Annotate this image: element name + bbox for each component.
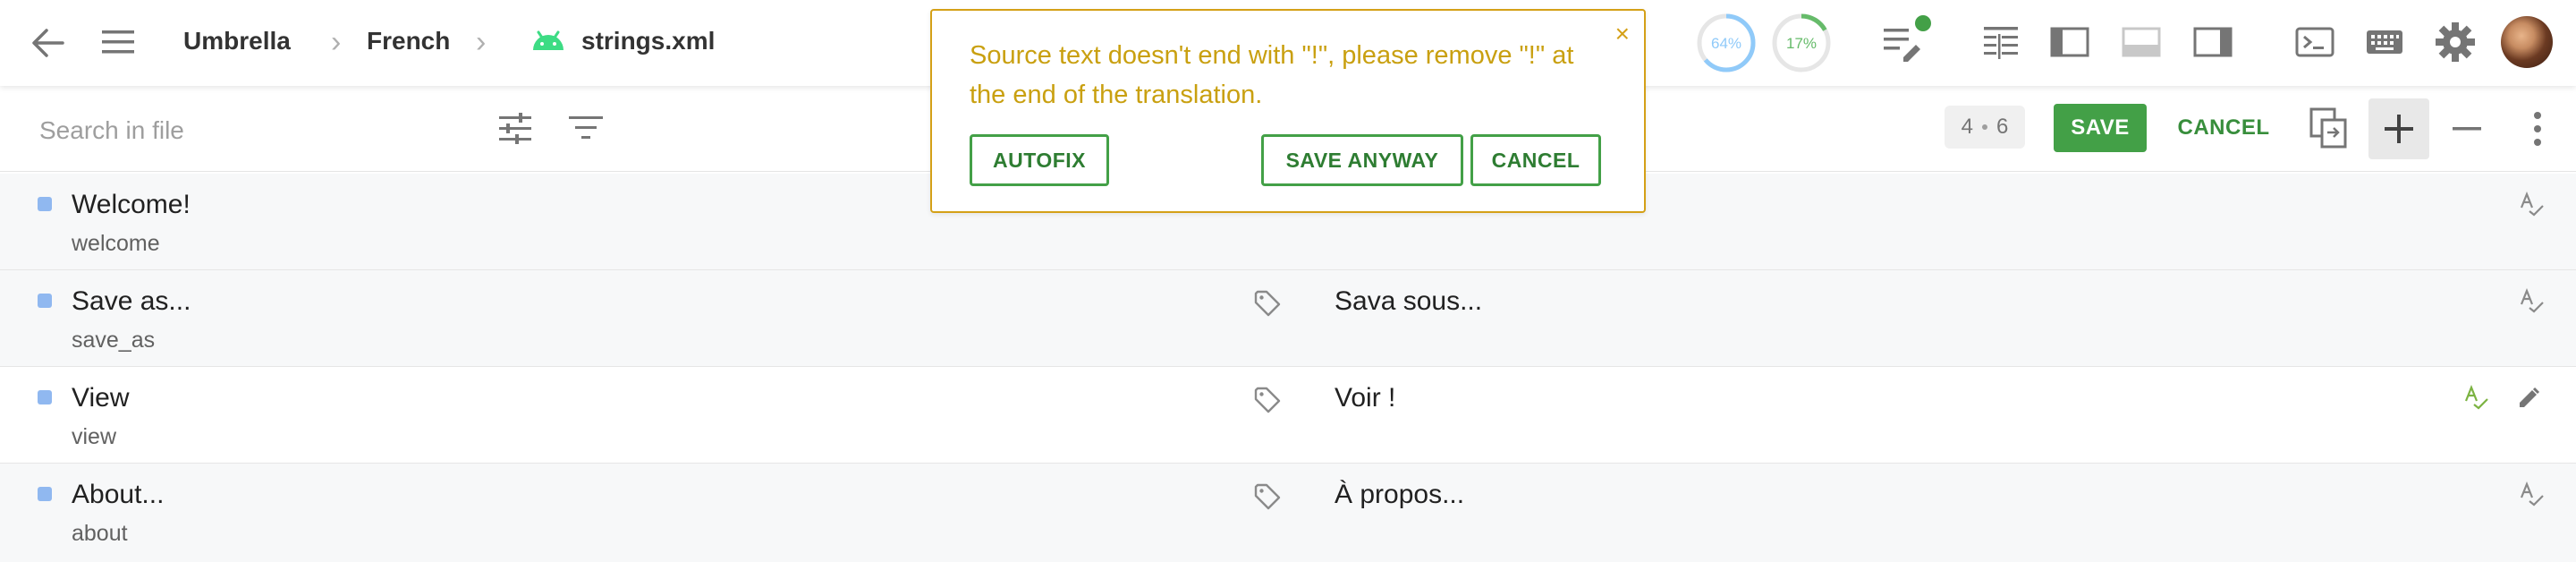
android-icon bbox=[533, 30, 564, 50]
validation-warning-popup: × Source text doesn't end with "!", plea… bbox=[930, 9, 1646, 213]
table-row[interactable]: View view Voir ! bbox=[0, 367, 2576, 464]
search-input[interactable] bbox=[39, 113, 469, 149]
string-key: welcome bbox=[72, 231, 160, 256]
back-arrow-icon[interactable] bbox=[30, 27, 66, 59]
tag-icon[interactable] bbox=[1254, 387, 1281, 413]
source-text: Welcome! bbox=[72, 190, 191, 219]
keyboard-icon[interactable] bbox=[2365, 29, 2404, 55]
status-marker bbox=[38, 487, 52, 501]
table-row[interactable]: Save as... save_as Sava sous... bbox=[0, 270, 2576, 367]
progress-ring-translated: 64% bbox=[1696, 13, 1757, 73]
source-text: Save as... bbox=[72, 286, 191, 316]
close-icon[interactable]: × bbox=[1615, 20, 1630, 48]
spellcheck-icon[interactable] bbox=[2519, 192, 2544, 217]
counter-total: 6 bbox=[1996, 115, 2009, 139]
save-anyway-button[interactable]: SAVE ANYWAY bbox=[1261, 134, 1463, 186]
counter-current: 4 bbox=[1961, 115, 1973, 139]
breadcrumb-language[interactable]: French bbox=[367, 27, 450, 55]
minus-icon[interactable] bbox=[2453, 127, 2481, 131]
chevron-right-icon: › bbox=[331, 25, 342, 59]
edit-pencil-icon[interactable] bbox=[2517, 387, 2540, 410]
layout-table-icon[interactable] bbox=[1982, 25, 2020, 61]
breadcrumb-file[interactable]: strings.xml bbox=[581, 27, 715, 55]
plus-icon bbox=[2385, 115, 2413, 143]
status-marker bbox=[38, 294, 52, 308]
table-row[interactable]: About... about À propos... bbox=[0, 464, 2576, 562]
translation-text[interactable]: Sava sous... bbox=[1335, 286, 1482, 317]
filter-icon[interactable] bbox=[569, 115, 603, 141]
status-marker bbox=[38, 197, 52, 211]
menu-icon[interactable] bbox=[100, 29, 136, 55]
layout-bottom-panel-icon[interactable] bbox=[2122, 27, 2161, 57]
autofix-button[interactable]: AUTOFIX bbox=[970, 134, 1109, 186]
source-text: View bbox=[72, 383, 130, 413]
translation-text[interactable]: À propos... bbox=[1335, 480, 1464, 510]
string-key: save_as bbox=[72, 328, 156, 353]
cancel-button[interactable]: CANCEL bbox=[2168, 104, 2279, 152]
layout-right-panel-icon[interactable] bbox=[2193, 27, 2233, 57]
counter-separator bbox=[1982, 124, 1987, 130]
tag-icon[interactable] bbox=[1254, 483, 1281, 510]
copy-source-icon[interactable] bbox=[2309, 107, 2349, 150]
warning-cancel-button[interactable]: CANCEL bbox=[1470, 134, 1601, 186]
more-vert-icon[interactable] bbox=[2533, 111, 2542, 147]
spellcheck-icon[interactable] bbox=[2519, 481, 2544, 507]
tune-icon[interactable] bbox=[497, 113, 533, 145]
terminal-icon[interactable] bbox=[2295, 27, 2334, 57]
progress-label: 17% bbox=[1786, 35, 1817, 52]
progress-ring-approved: 17% bbox=[1771, 13, 1832, 73]
breadcrumb-project[interactable]: Umbrella bbox=[183, 27, 291, 55]
spellcheck-icon[interactable] bbox=[2463, 385, 2488, 410]
translation-text[interactable]: Voir ! bbox=[1335, 383, 1395, 413]
chevron-right-icon: › bbox=[476, 25, 487, 59]
avatar[interactable] bbox=[2501, 16, 2553, 68]
expand-button[interactable] bbox=[2368, 98, 2429, 159]
save-button[interactable]: SAVE bbox=[2054, 104, 2147, 152]
string-key: view bbox=[72, 424, 117, 449]
warning-message: Source text doesn't end with "!", please… bbox=[970, 41, 1574, 109]
layout-left-panel-icon[interactable] bbox=[2050, 27, 2089, 57]
notes-edit-icon[interactable] bbox=[1882, 13, 1934, 63]
spellcheck-icon[interactable] bbox=[2519, 288, 2544, 313]
status-marker bbox=[38, 390, 52, 404]
tag-icon[interactable] bbox=[1254, 290, 1281, 317]
match-counter: 4 6 bbox=[1945, 106, 2025, 149]
gear-icon[interactable] bbox=[2435, 21, 2476, 63]
source-text: About... bbox=[72, 480, 165, 509]
progress-label: 64% bbox=[1711, 35, 1741, 52]
string-key: about bbox=[72, 521, 128, 546]
